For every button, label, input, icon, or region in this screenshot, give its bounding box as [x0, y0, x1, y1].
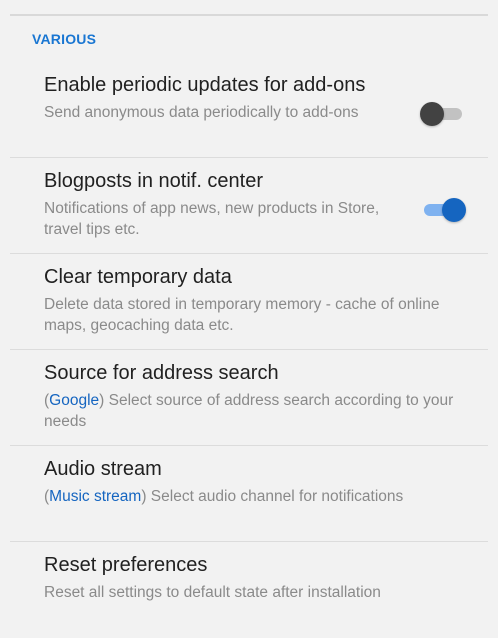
settings-list: Enable periodic updates for add-ons Send… — [0, 62, 498, 638]
toggle-thumb — [442, 198, 466, 222]
toggle-thumb — [420, 102, 444, 126]
setting-description: (Music stream) Select audio channel for … — [44, 488, 404, 505]
setting-clear-temporary-data[interactable]: Clear temporary data Delete data stored … — [0, 254, 498, 350]
periodic-updates-toggle[interactable] — [420, 100, 466, 128]
setting-title: Audio stream — [44, 458, 162, 480]
blogposts-toggle[interactable] — [420, 196, 466, 224]
setting-description: Notifications of app news, new products … — [44, 200, 380, 238]
setting-title: Enable periodic updates for add-ons — [44, 74, 366, 96]
setting-current-value: Google — [49, 392, 100, 409]
setting-description: Delete data stored in temporary memory -… — [44, 296, 440, 334]
setting-title: Reset preferences — [44, 554, 208, 576]
setting-description-text: Select source of address search accordin… — [44, 392, 454, 430]
setting-title: Blogposts in notif. center — [44, 170, 264, 192]
setting-reset-preferences[interactable]: Reset preferences Reset all settings to … — [0, 542, 498, 638]
section-header-various: VARIOUS — [32, 31, 97, 47]
setting-periodic-updates[interactable]: Enable periodic updates for add-ons Send… — [0, 62, 498, 158]
setting-description: (Google) Select source of address search… — [44, 392, 454, 430]
setting-description: Send anonymous data periodically to add-… — [44, 104, 359, 121]
setting-description: Reset all settings to default state afte… — [44, 584, 381, 601]
setting-blogposts[interactable]: Blogposts in notif. center Notifications… — [0, 158, 498, 254]
top-divider — [10, 14, 488, 16]
setting-description-text: Select audio channel for notifications — [150, 488, 404, 505]
setting-current-value: Music stream — [49, 488, 142, 505]
setting-title: Clear temporary data — [44, 266, 232, 288]
setting-address-search-source[interactable]: Source for address search (Google) Selec… — [0, 350, 498, 446]
setting-title: Source for address search — [44, 362, 279, 384]
setting-audio-stream[interactable]: Audio stream (Music stream) Select audio… — [0, 446, 498, 542]
